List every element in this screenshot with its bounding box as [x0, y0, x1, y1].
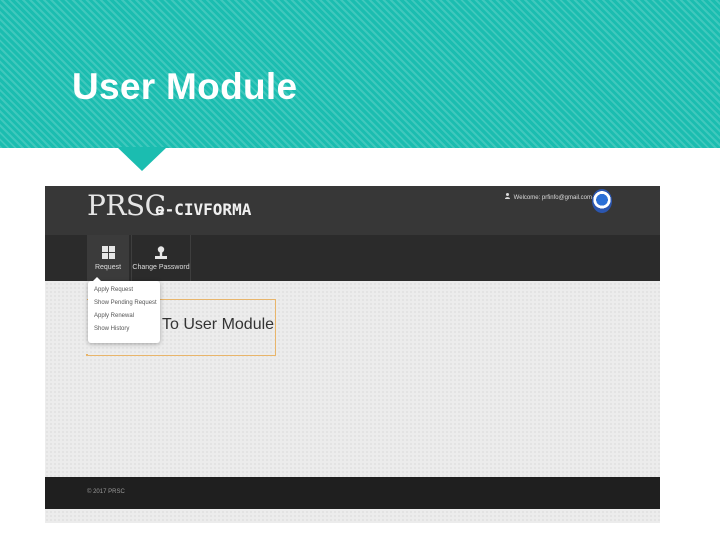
logo-prsc: PRSC	[87, 189, 166, 222]
nav-change-password[interactable]: Change Password	[131, 235, 191, 281]
dropdown-caret	[93, 277, 101, 281]
request-dropdown-menu: Apply Request Show Pending Request Apply…	[88, 277, 160, 343]
nav-request[interactable]: Request	[87, 235, 129, 281]
app-footer: © 2017 PRSC	[45, 477, 660, 509]
footer-copyright: © 2017 PRSC	[87, 489, 125, 495]
welcome-user-menu[interactable]: Welcome: prfinfo@gmail.com ▾	[505, 193, 600, 201]
header-notch	[117, 147, 167, 171]
slide-header: User Module	[0, 0, 720, 148]
logo-subtitle: e-CIVFORMA	[155, 200, 252, 219]
nav-request-label: Request	[94, 263, 122, 271]
app-navbar: Request Change Password	[45, 235, 660, 281]
menu-item-apply-request[interactable]: Apply Request	[94, 287, 133, 293]
menu-item-apply-renewal[interactable]: Apply Renewal	[94, 313, 134, 319]
welcome-text: Welcome: prfinfo@gmail.com	[513, 195, 593, 201]
slide-title: User Module	[72, 66, 298, 107]
app-topbar: PRSC e-CIVFORMA Welcome: prfinfo@gmail.c…	[45, 186, 660, 235]
menu-item-show-pending-request[interactable]: Show Pending Request	[94, 300, 157, 306]
app-screenshot: PRSC e-CIVFORMA Welcome: prfinfo@gmail.c…	[45, 186, 660, 523]
menu-item-show-history[interactable]: Show History	[94, 326, 129, 332]
user-icon	[155, 245, 167, 259]
user-icon	[505, 193, 510, 199]
grid-icon	[101, 245, 115, 259]
decorative-dot	[86, 354, 88, 356]
welcome-panel-text: To User Module	[162, 316, 275, 333]
nav-change-password-label: Change Password	[132, 263, 190, 271]
emblem-logo-icon	[592, 189, 612, 213]
